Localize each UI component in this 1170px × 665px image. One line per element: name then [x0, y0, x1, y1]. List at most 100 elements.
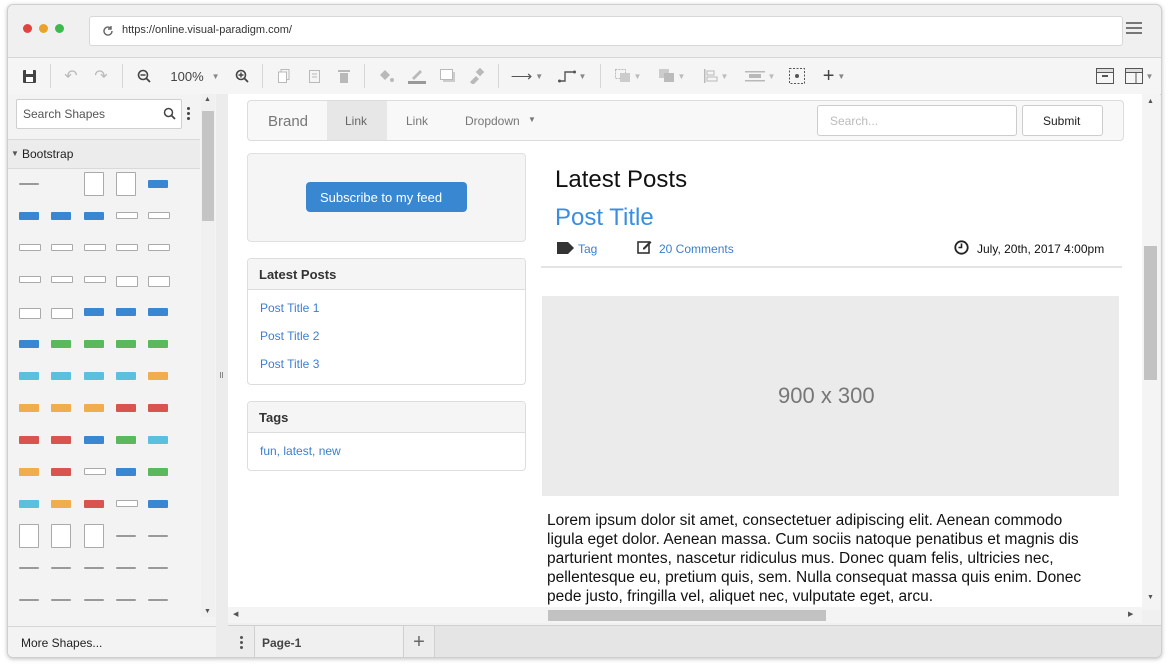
shape-thumbnail[interactable] [19, 212, 39, 220]
shape-thumbnail[interactable] [84, 212, 104, 220]
shape-thumbnail[interactable] [51, 372, 71, 380]
undo-icon[interactable]: ↶ [60, 58, 82, 94]
paste-icon[interactable] [304, 58, 324, 94]
shape-thumbnail[interactable] [51, 436, 71, 444]
page-tab-1[interactable]: Page-1 [255, 626, 404, 657]
canvas-vscroll-thumb[interactable] [1144, 246, 1157, 380]
scroll-up-arrow-icon[interactable]: ▲ [204, 96, 211, 103]
shape-thumbnail[interactable] [84, 372, 104, 380]
shape-thumbnail[interactable] [19, 468, 39, 476]
shape-thumbnail[interactable] [116, 372, 136, 380]
shape-thumbnail[interactable] [19, 183, 39, 185]
shape-thumbnail[interactable] [148, 308, 168, 316]
shape-thumbnail[interactable] [19, 567, 39, 569]
shape-thumbnail[interactable] [84, 500, 104, 508]
redo-icon[interactable]: ↷ [90, 58, 112, 94]
shape-thumbnail[interactable] [148, 535, 168, 537]
zoom-out-icon[interactable] [134, 58, 154, 94]
canvas-scroll-left-icon[interactable]: ◀ [233, 610, 238, 618]
close-window-dot[interactable] [23, 24, 32, 33]
shape-thumbnail[interactable] [51, 567, 71, 569]
canvas-hscroll-thumb[interactable] [548, 610, 826, 621]
canvas-scroll-down-icon[interactable]: ▼ [1147, 594, 1154, 601]
shape-thumbnail[interactable] [19, 404, 39, 412]
search-shapes-input[interactable]: Search Shapes [16, 99, 182, 129]
navbar-search-input[interactable]: Search... [817, 105, 1017, 136]
canvas-vertical-scrollbar[interactable]: ▲ ▼ [1142, 94, 1160, 610]
diagram-canvas[interactable]: Brand Link Link Dropdown ▼ Search... Sub… [228, 94, 1160, 610]
connector-style-select[interactable]: ⟶ ▼ [508, 58, 546, 94]
shape-thumbnail[interactable] [116, 276, 138, 287]
shape-thumbnail[interactable] [116, 500, 138, 507]
canvas-scroll-up-icon[interactable]: ▲ [1147, 98, 1154, 105]
post-title-link[interactable]: Post Title [555, 204, 654, 232]
shape-thumbnail[interactable] [51, 308, 73, 319]
post-link-2[interactable]: Post Title 2 [260, 329, 319, 343]
shape-thumbnail[interactable] [19, 524, 39, 548]
format-painter-icon[interactable] [466, 58, 486, 94]
shape-thumbnail[interactable] [116, 535, 136, 537]
post-link-3[interactable]: Post Title 3 [260, 357, 319, 371]
shape-thumbnail[interactable] [116, 340, 136, 348]
shape-thumbnail[interactable] [148, 340, 168, 348]
shape-thumbnail[interactable] [51, 468, 71, 476]
shape-thumbnail[interactable] [148, 500, 168, 508]
navbar-submit-button[interactable]: Submit [1022, 105, 1103, 136]
shape-thumbnail[interactable] [116, 212, 138, 219]
fill-color-icon[interactable] [376, 58, 396, 94]
shape-thumbnail[interactable] [84, 244, 106, 251]
align-icon[interactable]: ▼ [698, 58, 734, 94]
scroll-down-arrow-icon[interactable]: ▼ [204, 608, 211, 615]
reload-icon[interactable] [102, 25, 114, 37]
shape-thumbnail[interactable] [84, 404, 104, 412]
post-link-1[interactable]: Post Title 1 [260, 301, 319, 315]
shape-thumbnail[interactable] [116, 308, 136, 316]
shape-thumbnail[interactable] [51, 524, 71, 548]
shape-thumbnail[interactable] [84, 308, 104, 316]
zoom-level-select[interactable]: 100% ▼ [164, 58, 226, 94]
search-icon[interactable] [163, 107, 176, 120]
shape-thumbnail[interactable] [51, 599, 71, 601]
shape-thumbnail[interactable] [116, 468, 136, 476]
shape-thumbnail[interactable] [51, 244, 73, 251]
minimize-window-dot[interactable] [39, 24, 48, 33]
shape-thumbnail[interactable] [19, 308, 41, 319]
insert-plus-icon[interactable]: + ▼ [816, 58, 852, 94]
address-bar[interactable]: https://online.visual-paradigm.com/ [89, 16, 1123, 46]
shape-thumbnail[interactable] [116, 404, 136, 412]
shape-thumbnail[interactable] [116, 567, 136, 569]
post-tag-link[interactable]: Tag [578, 242, 597, 256]
shape-thumbnail[interactable] [51, 404, 71, 412]
shape-thumbnail[interactable] [51, 212, 71, 220]
navbar-link-2[interactable]: Link [406, 114, 428, 128]
arrange-icon[interactable]: ▼ [654, 58, 690, 94]
copy-icon[interactable] [274, 58, 294, 94]
shape-thumbnail[interactable] [19, 276, 41, 283]
shape-thumbnail[interactable] [84, 276, 106, 283]
select-all-icon[interactable] [786, 58, 808, 94]
shape-thumbnail[interactable] [148, 404, 168, 412]
navbar-link-active[interactable]: Link [327, 101, 387, 140]
shape-thumbnail[interactable] [51, 276, 73, 283]
shape-thumbnail[interactable] [19, 599, 39, 601]
shape-thumbnail[interactable] [148, 372, 168, 380]
panel-splitter[interactable] [216, 94, 228, 657]
navbar-dropdown[interactable]: Dropdown [465, 114, 520, 128]
shape-thumbnail[interactable] [51, 340, 71, 348]
save-icon[interactable] [18, 58, 40, 94]
shape-thumbnail[interactable] [148, 599, 168, 601]
navbar-brand[interactable]: Brand [268, 113, 308, 130]
maximize-window-dot[interactable] [55, 24, 64, 33]
delete-icon[interactable] [334, 58, 354, 94]
panel-layout-select[interactable]: ▼ [1122, 58, 1156, 94]
shape-thumbnail[interactable] [148, 276, 170, 287]
line-color-icon[interactable] [406, 58, 428, 94]
panel-options-icon[interactable] [187, 107, 191, 121]
shape-thumbnail[interactable] [84, 436, 104, 444]
shape-thumbnail[interactable] [116, 244, 138, 251]
tags-list[interactable]: fun, latest, new [260, 444, 341, 458]
browser-menu-icon[interactable] [1126, 22, 1142, 34]
page-menu-button[interactable] [228, 626, 255, 657]
shape-thumbnail[interactable] [84, 172, 104, 196]
shape-thumbnail[interactable] [84, 340, 104, 348]
